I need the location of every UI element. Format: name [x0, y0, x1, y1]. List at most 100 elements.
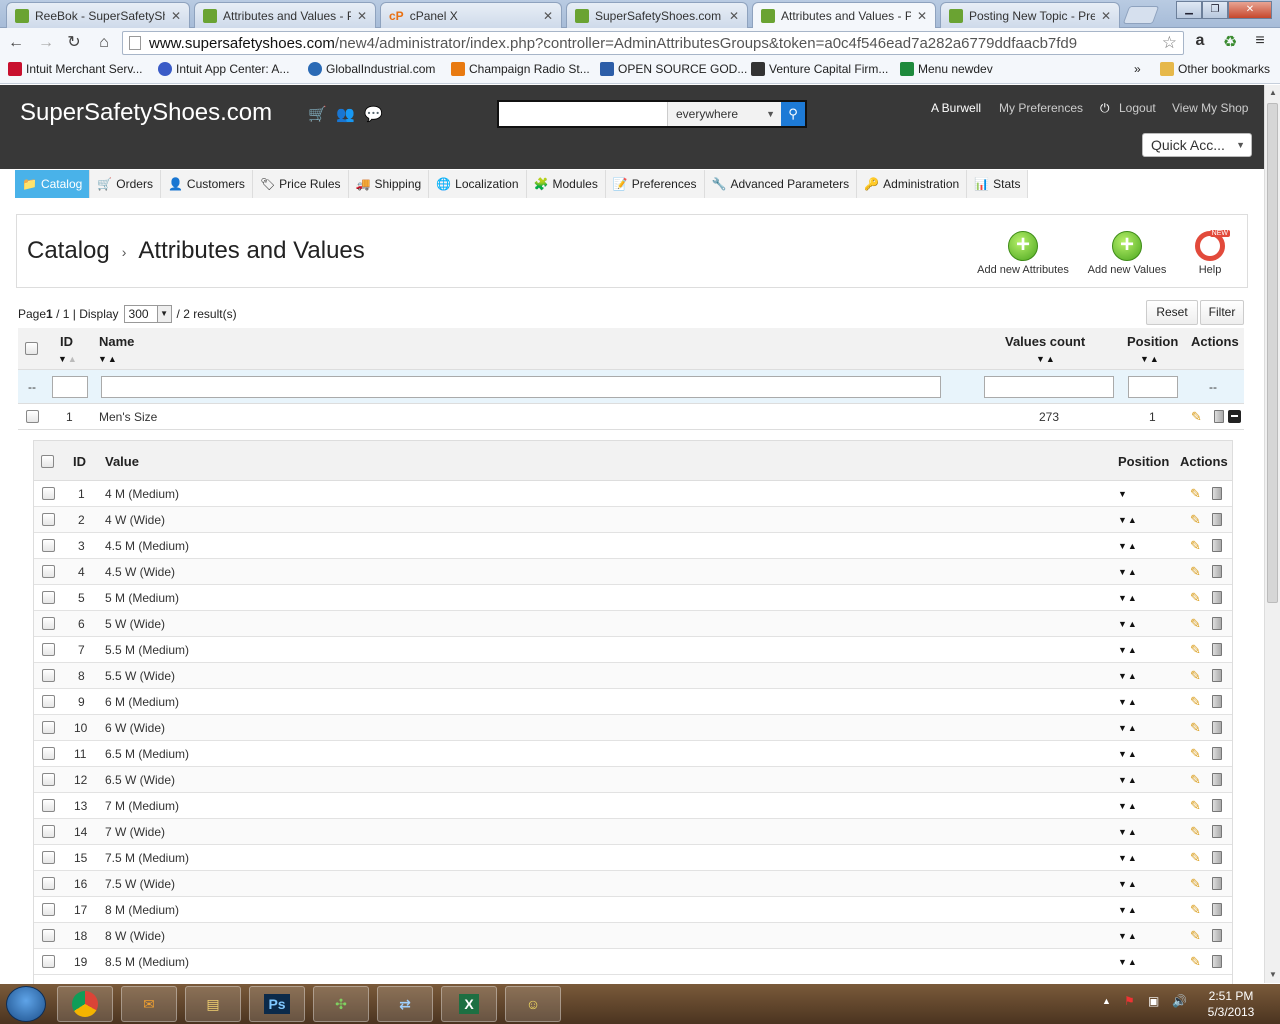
value-row-checkbox[interactable] — [42, 539, 55, 552]
trash-icon[interactable] — [1212, 747, 1222, 760]
trash-icon[interactable] — [1212, 591, 1222, 604]
value-row[interactable]: 17 8 M (Medium) ▼▲ ✎ — [34, 897, 1232, 923]
menu-item-administration[interactable]: 🔑 Administration — [857, 170, 968, 198]
trash-icon[interactable] — [1212, 799, 1222, 812]
move-down-icon[interactable]: ▼ — [1118, 489, 1128, 499]
trash-icon[interactable] — [1212, 669, 1222, 682]
value-row[interactable]: 5 5 M (Medium) ▼▲ ✎ — [34, 585, 1232, 611]
file-explorer-icon[interactable]: ▤ — [185, 986, 241, 1022]
filter-button[interactable]: Filter — [1200, 300, 1244, 325]
trash-icon[interactable] — [1212, 851, 1222, 864]
move-down-up-icon[interactable]: ▼▲ — [1118, 905, 1138, 915]
value-row[interactable]: 19 8.5 M (Medium) ▼▲ ✎ — [34, 949, 1232, 975]
select-all-values-checkbox[interactable] — [41, 455, 54, 468]
filter-id-input[interactable] — [52, 376, 88, 398]
edit-icon[interactable]: ✎ — [1190, 695, 1204, 709]
browser-tab[interactable]: SuperSafetyShoes.com ✕ — [566, 2, 748, 28]
amazon-icon[interactable]: a — [1190, 32, 1210, 50]
new-tab-button[interactable] — [1122, 6, 1160, 24]
restore-icon[interactable]: ❐ — [1202, 1, 1228, 19]
logout-link[interactable]: Logout — [1119, 101, 1156, 115]
user-name[interactable]: A Burwell — [931, 101, 981, 115]
bookmark-item[interactable]: OPEN SOURCE GOD... — [600, 62, 747, 76]
value-row[interactable]: 11 6.5 M (Medium) ▼▲ ✎ — [34, 741, 1232, 767]
move-down-up-icon[interactable]: ▼▲ — [1118, 957, 1138, 967]
move-down-up-icon[interactable]: ▼▲ — [1118, 801, 1138, 811]
value-row-checkbox[interactable] — [42, 799, 55, 812]
sort-arrows-icon[interactable]: ▼▲ — [1036, 354, 1056, 364]
edit-icon[interactable]: ✎ — [1190, 617, 1204, 631]
trash-icon[interactable] — [1212, 825, 1222, 838]
shop-logo[interactable]: SuperSafetyShoes.com — [20, 99, 272, 127]
value-row-checkbox[interactable] — [42, 929, 55, 942]
other-bookmarks[interactable]: Other bookmarks — [1160, 62, 1270, 76]
trash-icon[interactable] — [1212, 877, 1222, 890]
move-down-up-icon[interactable]: ▼▲ — [1118, 775, 1138, 785]
minimize-icon[interactable]: ▁ — [1176, 1, 1202, 19]
value-row[interactable]: 3 4.5 M (Medium) ▼▲ ✎ — [34, 533, 1232, 559]
value-row-checkbox[interactable] — [42, 695, 55, 708]
customers-icon[interactable]: 👥 — [336, 105, 355, 123]
edit-icon[interactable]: ✎ — [1190, 903, 1204, 917]
filter-values-count-input[interactable] — [984, 376, 1114, 398]
trash-icon[interactable] — [1212, 565, 1222, 578]
value-row[interactable]: 10 6 W (Wide) ▼▲ ✎ — [34, 715, 1232, 741]
value-row-checkbox[interactable] — [42, 773, 55, 786]
value-row[interactable]: 12 6.5 W (Wide) ▼▲ ✎ — [34, 767, 1232, 793]
back-icon[interactable]: ← — [6, 34, 26, 54]
edit-icon[interactable]: ✎ — [1190, 851, 1204, 865]
wrench-icon[interactable]: ≡ — [1250, 32, 1270, 50]
row-checkbox[interactable] — [26, 410, 39, 423]
value-row[interactable]: 1 4 M (Medium) ▼ ✎ — [34, 481, 1232, 507]
menu-item-preferences[interactable]: 📝 Preferences — [605, 170, 705, 198]
per-page-select[interactable]: 300 ▼ — [123, 305, 172, 323]
value-row[interactable]: 9 6 M (Medium) ▼▲ ✎ — [34, 689, 1232, 715]
browser-tab[interactable]: Posting New Topic - Pres ✕ — [940, 2, 1120, 28]
trash-icon[interactable] — [1212, 955, 1222, 968]
menu-item-orders[interactable]: 🛒 Orders — [90, 170, 161, 198]
search-icon[interactable]: ⚲ — [781, 102, 805, 126]
menu-item-catalog[interactable]: 📁 Catalog — [15, 170, 91, 198]
close-icon[interactable]: ✕ — [357, 9, 367, 23]
reset-button[interactable]: Reset — [1146, 300, 1198, 325]
browser-tab[interactable]: ReeBok - SuperSafetySho ✕ — [6, 2, 190, 28]
value-row[interactable]: 13 7 M (Medium) ▼▲ ✎ — [34, 793, 1232, 819]
reload-icon[interactable]: ↻ — [64, 34, 84, 54]
bookmark-item[interactable]: Champaign Radio St... — [451, 62, 590, 76]
scrollbar-thumb[interactable] — [1267, 103, 1278, 603]
tray-expand-icon[interactable]: ▲ — [1102, 996, 1111, 1006]
value-row[interactable]: 16 7.5 W (Wide) ▼▲ ✎ — [34, 871, 1232, 897]
browser-tab[interactable]: Attributes and Values - P ✕ — [194, 2, 376, 28]
star-icon[interactable]: ☆ — [1162, 33, 1177, 53]
move-down-up-icon[interactable]: ▼▲ — [1118, 723, 1138, 733]
move-down-up-icon[interactable]: ▼▲ — [1118, 853, 1138, 863]
edit-icon[interactable]: ✎ — [1190, 825, 1204, 839]
close-icon[interactable]: ✕ — [171, 9, 181, 23]
search-input[interactable] — [499, 102, 667, 126]
trash-icon[interactable] — [1212, 617, 1222, 630]
value-row-checkbox[interactable] — [42, 747, 55, 760]
edit-icon[interactable]: ✎ — [1190, 565, 1204, 579]
action-center-icon[interactable]: ⚑ — [1124, 994, 1135, 1008]
view-shop-link[interactable]: View My Shop — [1172, 101, 1248, 115]
bookmark-item[interactable]: Menu newdev — [900, 62, 993, 76]
menu-item-customers[interactable]: 👤 Customers — [160, 170, 253, 198]
home-icon[interactable]: ⌂ — [94, 34, 114, 54]
chrome-icon[interactable] — [57, 986, 113, 1022]
window-close-icon[interactable]: ✕ — [1228, 1, 1272, 19]
menu-item-advanced-parameters[interactable]: 🔧 Advanced Parameters — [704, 170, 858, 198]
move-down-up-icon[interactable]: ▼▲ — [1118, 931, 1138, 941]
move-down-up-icon[interactable]: ▼▲ — [1118, 515, 1138, 525]
edit-icon[interactable]: ✎ — [1190, 721, 1204, 735]
browser-tab-active[interactable]: Attributes and Values - P ✕ — [752, 2, 936, 29]
edit-icon[interactable]: ✎ — [1190, 747, 1204, 761]
edit-icon[interactable]: ✎ — [1190, 877, 1204, 891]
move-down-up-icon[interactable]: ▼▲ — [1118, 541, 1138, 551]
edit-icon[interactable]: ✎ — [1190, 799, 1204, 813]
value-row[interactable]: 18 8 W (Wide) ▼▲ ✎ — [34, 923, 1232, 949]
bookmarks-overflow[interactable]: » — [1134, 62, 1141, 76]
cart-icon[interactable]: 🛒 — [308, 105, 327, 123]
network-icon[interactable]: ▣ — [1148, 994, 1159, 1008]
menu-item-price-rules[interactable]: 🏷 Price Rules — [252, 170, 349, 198]
close-icon[interactable]: ✕ — [1101, 9, 1111, 23]
